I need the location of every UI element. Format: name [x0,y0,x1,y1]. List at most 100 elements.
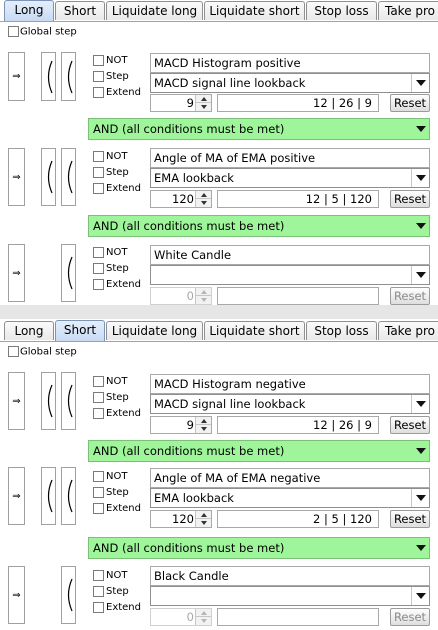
reset-button[interactable]: Reset [390,287,430,305]
reset-button[interactable]: Reset [390,190,430,208]
step-checkbox[interactable]: Step [93,391,129,405]
checkbox-box[interactable] [93,86,104,98]
params-field[interactable]: 12 | 26 | 9 [217,416,379,434]
step-checkbox[interactable]: Step [93,585,129,599]
chevron-down-icon[interactable] [411,74,429,92]
checkbox-box[interactable] [93,502,104,514]
not-checkbox[interactable]: NOT [93,246,127,260]
spinner-up-icon[interactable] [196,191,211,199]
open-paren-toggle[interactable] [61,52,76,101]
chevron-down-icon[interactable] [411,266,429,284]
condition-name-field[interactable]: Angle of MA of EMA positive [150,148,430,168]
lookback-select[interactable]: EMA lookback [150,488,430,508]
condition-arrow-button[interactable]: ⇒ [8,244,25,302]
params-field[interactable]: 12 | 5 | 120 [217,190,379,208]
tab-liquidate-long[interactable]: Liquidate long [106,1,203,20]
extend-checkbox[interactable]: Extend [93,86,141,100]
extend-checkbox[interactable]: Extend [93,407,141,421]
open-paren-toggle[interactable] [61,372,76,430]
chevron-down-icon[interactable] [412,119,429,139]
lookback-select[interactable] [150,586,430,606]
tab-take-profit[interactable]: Take pro [378,1,438,20]
tab-long[interactable]: Long [4,321,54,340]
open-paren-toggle[interactable] [41,148,56,206]
lookback-spinner[interactable]: 120 [150,510,212,528]
chevron-down-icon[interactable] [411,489,429,507]
spinner-down-icon[interactable] [196,425,211,433]
and-operator-select[interactable]: AND (all conditions must be met) [88,440,430,462]
not-checkbox[interactable]: NOT [93,569,127,583]
spinner-up-icon[interactable] [196,417,211,425]
checkbox-box[interactable] [93,569,104,581]
not-checkbox[interactable]: NOT [93,54,127,68]
tab-stop-loss[interactable]: Stop loss [306,1,377,20]
lookback-spinner[interactable]: 9 [150,94,212,112]
spinner-up-icon[interactable] [196,511,211,519]
checkbox-box[interactable] [93,246,104,258]
spinner-down-icon[interactable] [196,199,211,207]
params-field[interactable]: 2 | 5 | 120 [217,510,379,528]
condition-name-field[interactable]: White Candle [150,245,430,265]
tab-liquidate-short[interactable]: Liquidate short [204,321,305,340]
checkbox-box[interactable] [93,585,104,597]
condition-name-field[interactable]: MACD Histogram negative [150,374,430,394]
reset-button[interactable]: Reset [390,416,430,434]
params-field[interactable]: 12 | 26 | 9 [217,94,379,112]
lookback-select[interactable] [150,265,430,285]
condition-arrow-button[interactable]: ⇒ [8,372,25,430]
and-operator-select[interactable]: AND (all conditions must be met) [88,215,430,237]
chevron-down-icon[interactable] [412,216,429,236]
step-checkbox[interactable]: Step [93,486,129,500]
tab-liquidate-short[interactable]: Liquidate short [204,1,305,20]
lookback-select[interactable]: MACD signal line lookback [150,394,430,414]
checkbox-box[interactable] [93,150,104,162]
not-checkbox[interactable]: NOT [93,150,127,164]
checkbox-box[interactable] [93,166,104,178]
condition-arrow-button[interactable]: ⇒ [8,148,25,206]
tab-short[interactable]: Short [55,320,105,341]
open-paren-toggle[interactable] [41,372,56,430]
open-paren-toggle[interactable] [61,148,76,206]
checkbox-box[interactable] [93,375,104,387]
checkbox-box[interactable] [8,26,19,37]
step-checkbox[interactable]: Step [93,166,129,180]
chevron-down-icon[interactable] [412,441,429,461]
chevron-down-icon[interactable] [412,538,429,558]
chevron-down-icon[interactable] [411,395,429,413]
checkbox-box[interactable] [8,346,19,357]
extend-checkbox[interactable]: Extend [93,601,141,615]
checkbox-box[interactable] [93,278,104,290]
global-step-checkbox[interactable]: Global step [8,26,77,38]
checkbox-box[interactable] [93,486,104,498]
condition-arrow-button[interactable]: ⇒ [8,566,25,624]
checkbox-box[interactable] [93,601,104,613]
checkbox-box[interactable] [93,391,104,403]
extend-checkbox[interactable]: Extend [93,278,141,292]
and-operator-select[interactable]: AND (all conditions must be met) [88,118,430,140]
reset-button[interactable]: Reset [390,94,430,112]
tab-take-profit[interactable]: Take pro [378,321,438,340]
chevron-down-icon[interactable] [411,169,429,187]
spinner-up-icon[interactable] [196,95,211,103]
condition-arrow-button[interactable]: ⇒ [8,52,25,101]
checkbox-box[interactable] [93,70,104,82]
not-checkbox[interactable]: NOT [93,470,127,484]
lookback-select[interactable]: EMA lookback [150,168,430,188]
spinner-down-icon[interactable] [196,519,211,527]
spinner-down-icon[interactable] [196,103,211,111]
open-paren-toggle[interactable] [61,467,76,525]
checkbox-box[interactable] [93,407,104,419]
and-operator-select[interactable]: AND (all conditions must be met) [88,537,430,559]
checkbox-box[interactable] [93,262,104,274]
step-checkbox[interactable]: Step [93,262,129,276]
global-step-checkbox[interactable]: Global step [8,346,77,358]
open-paren-toggle[interactable] [61,244,76,302]
condition-name-field[interactable]: Black Candle [150,566,430,586]
not-checkbox[interactable]: NOT [93,375,127,389]
extend-checkbox[interactable]: Extend [93,502,141,516]
reset-button[interactable]: Reset [390,510,430,528]
open-paren-toggle[interactable] [61,566,76,624]
checkbox-box[interactable] [93,470,104,482]
tab-liquidate-long[interactable]: Liquidate long [106,321,203,340]
condition-name-field[interactable]: MACD Histogram positive [150,53,430,73]
